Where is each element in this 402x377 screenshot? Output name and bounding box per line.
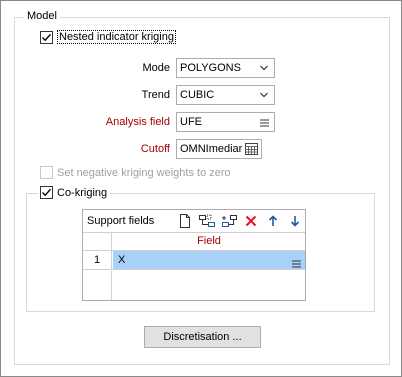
chevron-down-icon (259, 90, 269, 103)
support-fields-title: Support fields (87, 215, 155, 227)
trend-label: Trend (141, 89, 170, 101)
trend-value: CUBIC (180, 89, 215, 101)
append-row-icon[interactable] (221, 213, 237, 229)
model-group-title: Model (24, 10, 60, 22)
new-row-icon[interactable] (177, 213, 193, 229)
calendar-table-icon[interactable] (245, 143, 258, 158)
empty-row-number (83, 271, 112, 300)
cutoff-input[interactable]: OMNImediar (176, 139, 262, 159)
list-menu-icon[interactable] (260, 118, 269, 130)
chevron-down-icon (259, 63, 269, 76)
support-fields-grid: Support fields Field 1 X (82, 209, 306, 301)
mode-label: Mode (142, 62, 170, 74)
row-number-header (83, 233, 112, 250)
row-number: 1 (83, 251, 112, 269)
nested-indicator-kriging-label: Nested indicator kriging (57, 30, 176, 44)
negative-weights-label: Set negative kriging weights to zero (57, 166, 231, 179)
field-cell-value: X (118, 254, 126, 266)
co-kriging-checkbox[interactable]: Co-kriging (38, 186, 111, 199)
co-kriging-label: Co-kriging (57, 186, 108, 199)
move-down-icon[interactable] (287, 213, 303, 229)
nested-indicator-kriging-checkbox[interactable]: Nested indicator kriging (40, 30, 176, 44)
analysis-field-label: Analysis field (105, 116, 170, 128)
delete-icon[interactable] (243, 213, 259, 229)
list-menu-icon[interactable] (292, 256, 301, 274)
analysis-field-input[interactable]: UFE (176, 112, 275, 132)
grid-header: Field (83, 232, 305, 251)
grid-toolbar: Support fields (83, 210, 305, 232)
field-column-header[interactable]: Field (113, 233, 305, 250)
mode-dropdown[interactable]: POLYGONS (176, 58, 275, 78)
insert-row-icon[interactable] (199, 213, 215, 229)
check-icon (40, 186, 53, 199)
table-row[interactable]: 1 X (83, 251, 305, 270)
cutoff-value: OMNImediar (180, 143, 243, 155)
mode-value: POLYGONS (180, 62, 241, 74)
checkbox-box (40, 166, 53, 179)
trend-dropdown[interactable]: CUBIC (176, 85, 275, 105)
discretisation-button[interactable]: Discretisation ... (144, 326, 261, 348)
field-cell[interactable]: X (113, 251, 305, 269)
negative-weights-checkbox: Set negative kriging weights to zero (40, 166, 231, 179)
check-icon (40, 30, 53, 44)
analysis-field-value: UFE (180, 116, 202, 128)
move-up-icon[interactable] (265, 213, 281, 229)
cutoff-label: Cutoff (140, 143, 170, 155)
